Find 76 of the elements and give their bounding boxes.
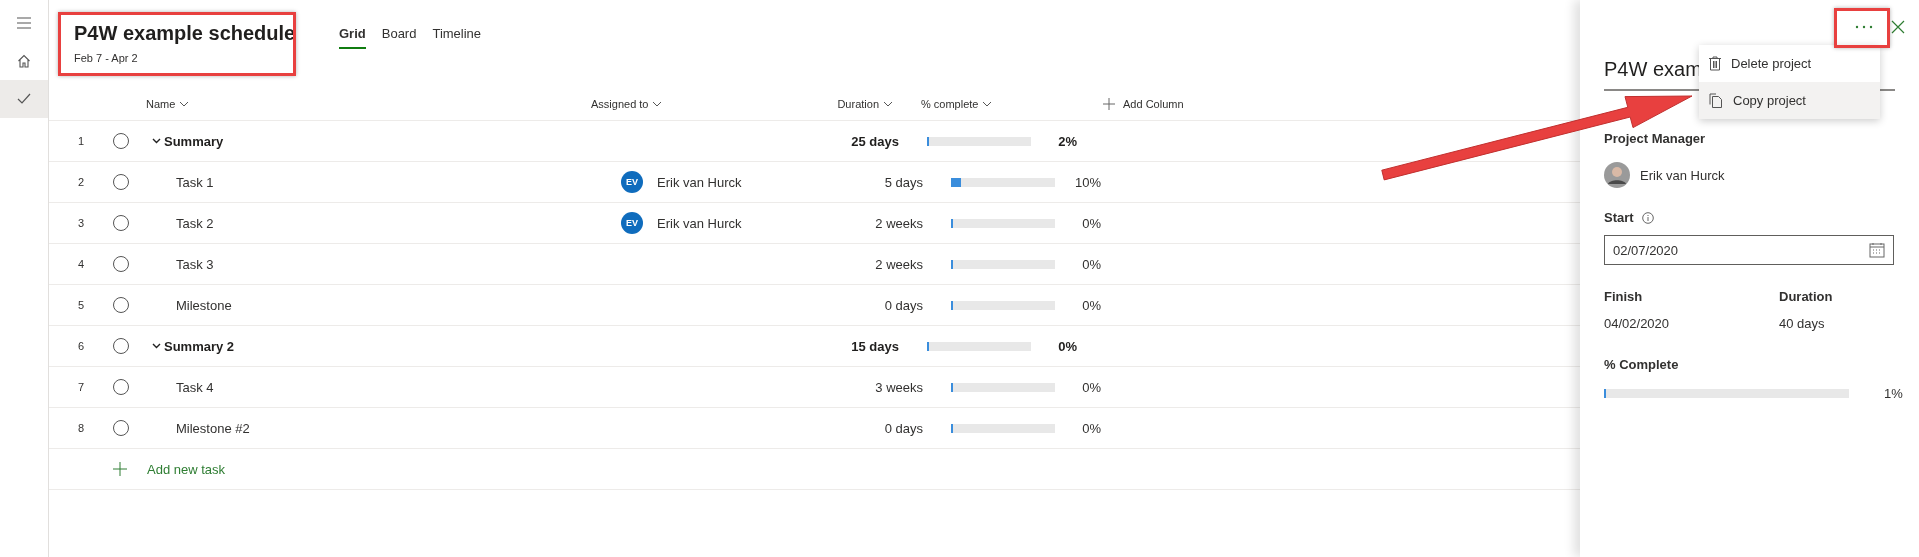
duration-total: 40 days [1779, 316, 1826, 331]
assignee-name: Erik van Hurck [657, 215, 742, 231]
row-number: 5 [77, 299, 85, 311]
chevron-icon[interactable] [652, 101, 663, 107]
chevron-icon[interactable] [883, 101, 893, 107]
more-icon[interactable] [1855, 25, 1873, 29]
close-icon[interactable] [1891, 20, 1905, 34]
add-task-button[interactable]: Add new task [113, 461, 226, 477]
field-label: Finish [1604, 289, 1644, 304]
task-name: Milestone [176, 297, 232, 313]
initials-avatar: EV [621, 212, 643, 234]
task-name: Milestone #2 [176, 420, 250, 436]
assigned-column-header[interactable]: Assigned to [591, 96, 663, 112]
task-name: Task 1 [176, 174, 214, 190]
highlight-frame [1834, 8, 1890, 48]
add-column-button[interactable]: Add Column [1103, 96, 1184, 112]
home-icon[interactable] [17, 54, 31, 68]
field-label: Start [1604, 210, 1634, 225]
chevron-icon[interactable] [179, 101, 190, 107]
view-tab[interactable]: Timeline [432, 26, 482, 49]
task-name: Task 3 [176, 256, 214, 272]
plus-icon[interactable] [1103, 98, 1115, 110]
view-tab[interactable]: Grid [339, 26, 366, 49]
percent-value: 1% [1884, 386, 1903, 401]
duration-value: 3 weeks [875, 379, 923, 395]
field-label: Duration [1779, 289, 1834, 304]
duration-value: 25 days [851, 133, 899, 149]
percent-value: 10% [1074, 174, 1101, 190]
assignee-name: Erik van Hurck [657, 174, 742, 190]
percent-value: 0% [1082, 215, 1101, 231]
percent-value: 0% [1058, 338, 1077, 354]
percent-value: 0% [1082, 379, 1101, 395]
field-label: Project Manager [1604, 131, 1706, 146]
duration-column-header[interactable]: Duration [837, 96, 893, 112]
chevron-icon[interactable] [152, 138, 161, 144]
percent-value: 0% [1082, 297, 1101, 313]
duration-value: 0 days [884, 420, 923, 436]
info-icon[interactable] [1641, 211, 1654, 224]
name-column-header[interactable]: Name [146, 96, 190, 112]
calendar-icon[interactable] [1869, 242, 1885, 258]
duration-value: 15 days [851, 338, 899, 354]
menu-item[interactable]: Copy project [1699, 82, 1880, 119]
row-number: 2 [77, 176, 85, 188]
percent-value: 0% [1082, 420, 1101, 436]
menu-item[interactable]: Delete project [1699, 45, 1880, 82]
task-name: Task 4 [176, 379, 214, 395]
start-date-field[interactable]: 02/07/2020 [1604, 235, 1894, 265]
project-dates: Feb 7 - Apr 2 [74, 52, 139, 64]
manager-name: Erik van Hurck [1640, 167, 1725, 183]
task-name: Summary 2 [164, 338, 235, 354]
percent-value: 0% [1082, 256, 1101, 272]
task-name: Task 2 [176, 215, 214, 231]
row-number: 3 [77, 217, 85, 229]
field-label: % Complete [1604, 357, 1680, 372]
duration-value: 0 days [884, 297, 923, 313]
row-number: 4 [77, 258, 85, 270]
complete-column-header[interactable]: % complete [921, 96, 993, 112]
checkmark-icon[interactable] [17, 93, 31, 105]
duration-value: 2 weeks [875, 256, 923, 272]
duration-value: 5 days [884, 174, 923, 190]
row-number: 7 [77, 381, 85, 393]
duration-value: 2 weeks [875, 215, 923, 231]
avatar-icon [1604, 162, 1630, 188]
task-name: Summary [164, 133, 224, 149]
row-number: 8 [77, 422, 85, 434]
row-number: 6 [77, 340, 85, 352]
copy-icon [1709, 93, 1723, 108]
project-title: P4W example schedule [74, 22, 297, 45]
trash-icon [1709, 56, 1721, 71]
chevron-icon[interactable] [982, 101, 993, 107]
view-tab[interactable]: Board [381, 26, 417, 49]
initials-avatar: EV [621, 171, 643, 193]
percent-value: 2% [1058, 133, 1077, 149]
chevron-icon[interactable] [152, 343, 161, 349]
row-number: 1 [77, 135, 85, 147]
finish-date: 04/02/2020 [1604, 316, 1671, 331]
